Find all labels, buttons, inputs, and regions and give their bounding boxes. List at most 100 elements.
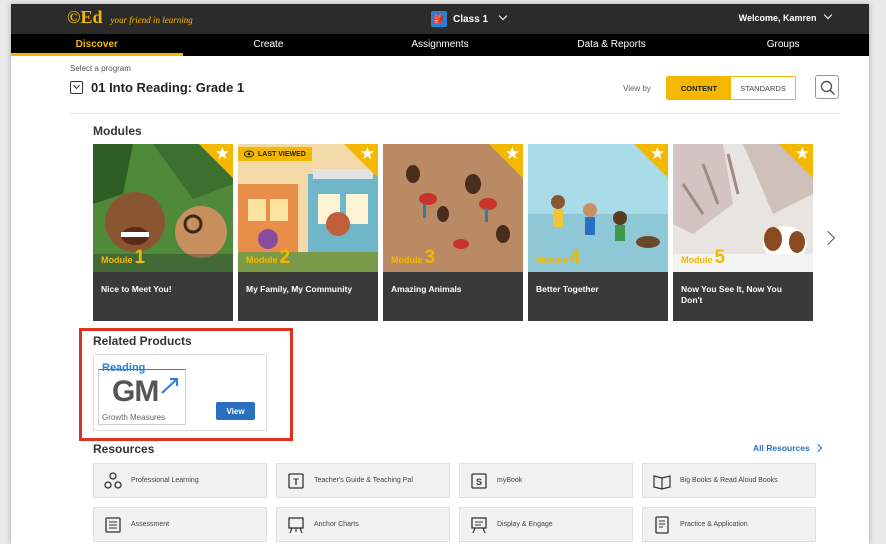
growth-arrow-icon	[161, 378, 178, 394]
worksheet-icon	[655, 515, 669, 534]
chevron-down-icon	[70, 81, 83, 94]
class-label: Class 1	[453, 13, 489, 25]
resource-big-books[interactable]: Big Books & Read Aloud Books	[642, 463, 816, 498]
all-resources-link[interactable]: All Resources	[753, 443, 822, 453]
view-content-button[interactable]: CONTENT	[667, 77, 731, 99]
star-icon[interactable]: ★	[215, 144, 230, 164]
resource-label: Anchor Charts	[314, 521, 359, 528]
svg-text:T: T	[293, 477, 299, 487]
gm-subtitle: Growth Measures	[102, 413, 166, 422]
nav-assignments[interactable]: Assignments	[354, 34, 526, 56]
module-title: Better Together	[528, 272, 668, 321]
search-button[interactable]	[815, 75, 839, 99]
resource-label: Practice & Application	[680, 521, 748, 528]
select-program-label: Select a program	[70, 64, 131, 73]
display-easel-icon	[471, 516, 487, 533]
module-word: Module	[536, 255, 568, 265]
star-icon[interactable]: ★	[360, 144, 375, 164]
view-by-label: View by	[623, 84, 651, 93]
star-icon[interactable]: ★	[650, 144, 665, 164]
class-selector[interactable]: 🎒 Class 1	[431, 11, 508, 27]
search-icon	[820, 80, 836, 96]
guide-book-icon: T	[288, 472, 304, 489]
last-viewed-label: LAST VIEWED	[258, 150, 306, 158]
resource-mybook[interactable]: S myBook	[459, 463, 633, 498]
view-by-toggle: CONTENT STANDARDS	[666, 76, 796, 100]
last-viewed-badge: LAST VIEWED	[238, 147, 312, 161]
chevron-down-icon	[498, 11, 508, 21]
resource-label: Big Books & Read Aloud Books	[680, 477, 778, 484]
divider	[69, 113, 839, 114]
module-title: Now You See It, Now You Don't	[673, 272, 813, 321]
top-bar: ©Ed your friend in learning 🎒 Class 1 We…	[11, 4, 869, 34]
star-icon[interactable]: ★	[795, 144, 810, 164]
backpack-icon: 🎒	[431, 11, 447, 27]
module-card-4[interactable]: ★ Module 4 Better Together	[528, 144, 668, 321]
chevron-down-icon	[823, 10, 833, 20]
gm-reading-label: Reading	[102, 362, 146, 374]
app-window: ©Ed your friend in learning 🎒 Class 1 We…	[11, 4, 869, 544]
star-icon[interactable]: ★	[505, 144, 520, 164]
mybook-icon: S	[471, 472, 487, 489]
program-name: 01 Into Reading: Grade 1	[91, 80, 245, 95]
resource-label: myBook	[497, 477, 523, 484]
module-title: Amazing Animals	[383, 272, 523, 321]
nav-groups[interactable]: Groups	[697, 34, 869, 56]
program-dropdown[interactable]: 01 Into Reading: Grade 1	[70, 80, 244, 95]
all-resources-label: All Resources	[753, 443, 810, 453]
resource-professional-learning[interactable]: Professional Learning	[93, 463, 267, 498]
module-number-value: 1	[134, 247, 146, 268]
view-standards-button[interactable]: STANDARDS	[731, 77, 795, 99]
modules-heading: Modules	[93, 124, 142, 138]
module-word: Module	[391, 255, 423, 265]
resource-display-engage[interactable]: Display & Engage	[459, 507, 633, 542]
ed-logo[interactable]: ©Ed your friend in learning	[67, 7, 193, 28]
module-card-5[interactable]: ★ Module 5 Now You See It, Now You Don't	[673, 144, 813, 321]
open-book-icon	[653, 474, 671, 490]
gm-logo: GM	[112, 375, 159, 408]
growth-measures-card[interactable]: Reading GM Growth Measures View	[93, 354, 267, 431]
view-button[interactable]: View	[216, 402, 255, 420]
module-number-value: 4	[569, 247, 581, 268]
module-title: My Family, My Community	[238, 272, 378, 321]
module-word: Module	[101, 255, 133, 265]
resource-assessment[interactable]: Assessment	[93, 507, 267, 542]
easel-chart-icon	[288, 516, 304, 533]
module-title: Nice to Meet You!	[93, 272, 233, 321]
resource-label: Display & Engage	[497, 521, 553, 528]
module-number: Module 5	[681, 247, 725, 269]
module-card-3[interactable]: ★ Module 3 Amazing Animals	[383, 144, 523, 321]
carousel-next-arrow[interactable]	[820, 230, 836, 246]
module-number: Module 2	[246, 247, 290, 269]
nav-data-reports[interactable]: Data & Reports	[526, 34, 698, 56]
resource-practice-application[interactable]: Practice & Application	[642, 507, 816, 542]
resource-anchor-charts[interactable]: Anchor Charts	[276, 507, 450, 542]
nav-create[interactable]: Create	[183, 34, 355, 56]
logo-mark: ©Ed	[67, 7, 103, 27]
people-network-icon	[104, 471, 122, 489]
resource-label: Professional Learning	[131, 477, 199, 484]
module-word: Module	[681, 255, 713, 265]
svg-text:S: S	[476, 477, 482, 487]
module-card-2[interactable]: LAST VIEWED ★ Module 2 My Family, My Comm…	[238, 144, 378, 321]
module-number-value: 3	[424, 247, 436, 268]
module-number: Module 1	[101, 247, 145, 269]
checklist-icon	[105, 516, 121, 533]
eye-icon	[244, 150, 254, 158]
resource-label: Assessment	[131, 521, 170, 528]
module-number-value: 5	[714, 247, 726, 268]
logo-tagline: your friend in learning	[110, 15, 193, 25]
module-word: Module	[246, 255, 278, 265]
module-card-1[interactable]: ★ Module 1 Nice to Meet You!	[93, 144, 233, 321]
resources-heading: Resources	[93, 442, 155, 456]
user-menu[interactable]: Welcome, Kamren	[738, 10, 833, 23]
resource-label: Teacher's Guide & Teaching Pal	[314, 477, 413, 484]
nav-discover[interactable]: Discover	[11, 34, 183, 56]
chevron-right-icon	[813, 443, 822, 453]
module-number-value: 2	[279, 247, 291, 268]
welcome-text: Welcome, Kamren	[738, 13, 817, 23]
main-nav: Discover Create Assignments Data & Repor…	[11, 34, 869, 56]
related-products-heading: Related Products	[93, 334, 192, 348]
module-number: Module 4	[536, 247, 580, 269]
resource-teachers-guide[interactable]: T Teacher's Guide & Teaching Pal	[276, 463, 450, 498]
